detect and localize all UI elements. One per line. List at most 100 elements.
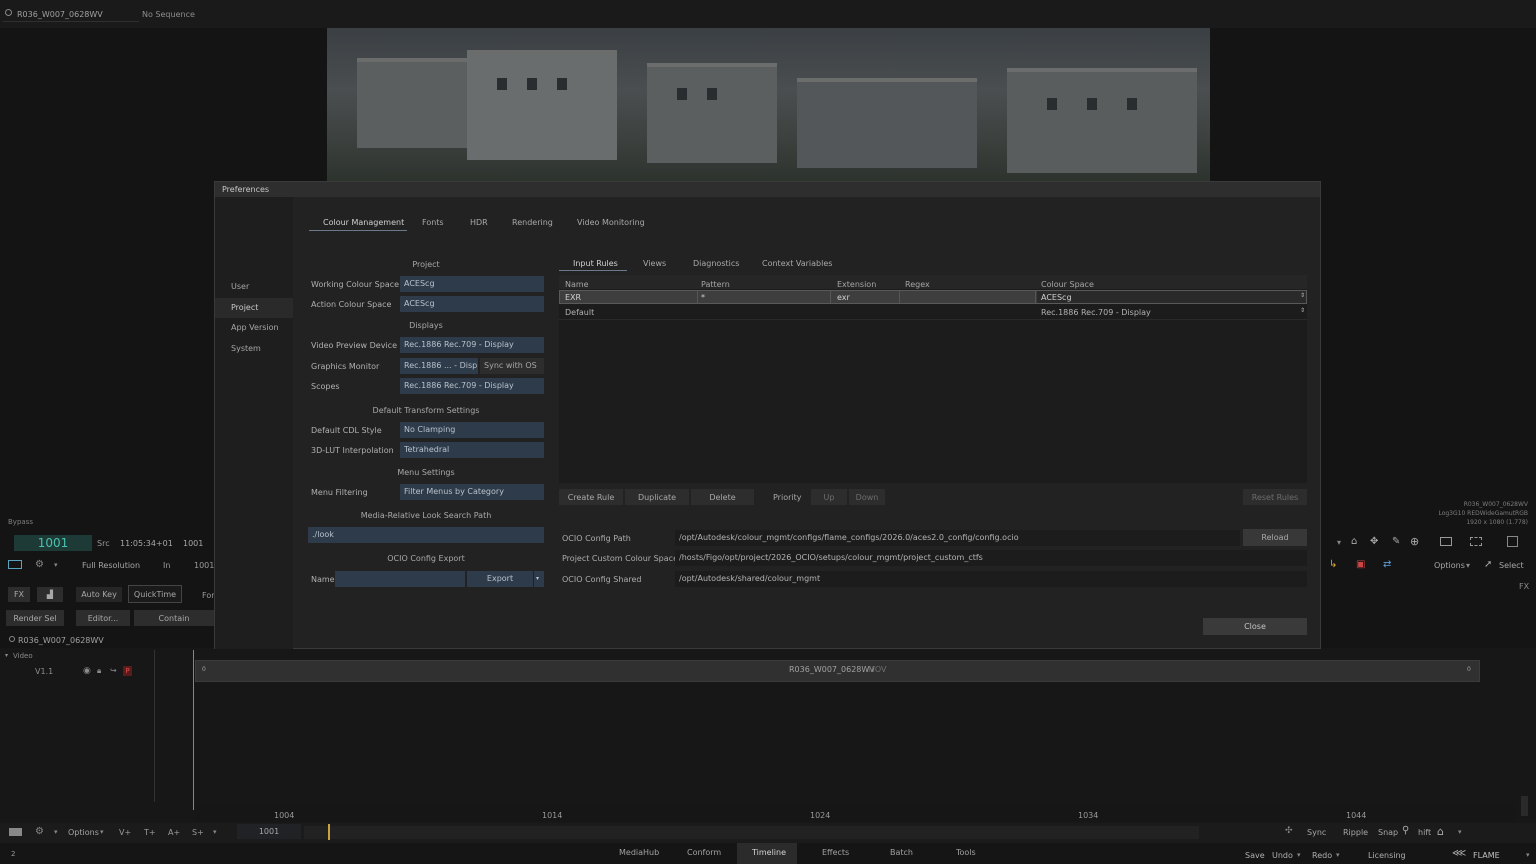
tab-batch[interactable]: Batch [890, 848, 913, 857]
row-extension[interactable]: exr [837, 293, 850, 302]
sidebar-item-app-version[interactable]: App Version [215, 318, 293, 338]
ruler[interactable] [195, 803, 1515, 821]
eye-icon[interactable]: ◉ [83, 666, 91, 676]
scopes-field[interactable]: Rec.1886 Rec.709 - Display [400, 378, 544, 394]
sync-with-os-button[interactable]: Sync with OS [480, 358, 544, 374]
move-icon[interactable]: ✥ [1370, 536, 1378, 547]
add-audio-button[interactable]: A+ [168, 828, 180, 837]
display-icon[interactable] [1440, 537, 1452, 546]
tab-colour-management[interactable]: Colour Management [323, 218, 404, 227]
row-name[interactable]: EXR [565, 293, 581, 302]
frame-display[interactable]: 1001 [14, 535, 92, 551]
row-name[interactable]: Default [565, 308, 594, 317]
shift-button[interactable]: hift [1418, 828, 1431, 837]
spinner-icon[interactable]: ⇕ [1300, 292, 1305, 299]
graphics-monitor-field[interactable]: Rec.1886 ... - Display [400, 358, 478, 374]
bypass-label[interactable]: Bypass [8, 518, 33, 526]
up-button[interactable]: Up [811, 489, 847, 505]
full-resolution-button[interactable]: Full Resolution [82, 561, 140, 570]
export-button[interactable]: Export [467, 571, 533, 587]
chevron-down-icon[interactable]: ▾ [1337, 538, 1341, 547]
create-rule-button[interactable]: Create Rule [559, 489, 623, 505]
default-cdl-style-field[interactable]: No Clamping [400, 422, 544, 438]
sync-button[interactable]: Sync [1307, 828, 1326, 837]
zoom-slider[interactable] [1521, 796, 1528, 816]
reload-button[interactable]: Reload [1243, 529, 1307, 546]
row-pattern[interactable]: * [701, 293, 705, 302]
scrub-position[interactable] [328, 824, 330, 840]
eyedropper-icon[interactable]: ✎ [1392, 536, 1400, 547]
sidebar-item-user[interactable]: User [215, 277, 293, 297]
gear-icon[interactable]: ⚙ [35, 826, 44, 837]
duplicate-button[interactable]: Duplicate [625, 489, 689, 505]
top-clip-name[interactable]: R036_W007_0628WV [17, 10, 103, 19]
redo-button[interactable]: Redo [1312, 851, 1332, 860]
subtab-diagnostics[interactable]: Diagnostics [693, 259, 739, 268]
project-custom-colour-spaces-field[interactable]: /hosts/Figo/opt/project/2026_OCIO/setups… [675, 550, 1307, 566]
ripple-button[interactable]: Ripple [1343, 828, 1368, 837]
auto-key-button[interactable]: Auto Key [76, 587, 122, 602]
chevron-down-icon[interactable]: ▾ [54, 561, 58, 569]
tab-mediahub[interactable]: MediaHub [619, 848, 659, 857]
pointer-icon[interactable]: ➚ [1484, 559, 1492, 570]
expand-icon[interactable]: ▾ [5, 652, 8, 659]
graph-icon[interactable]: ▟ [37, 587, 63, 602]
swap-icon[interactable]: ⇄ [1383, 559, 1391, 570]
chevron-down-icon[interactable]: ▾ [54, 828, 58, 836]
delete-icon[interactable]: ▣ [1356, 559, 1365, 570]
home-icon[interactable]: ⌂ [1351, 536, 1357, 547]
colour-space-dropdown[interactable] [1037, 291, 1306, 303]
col-extension[interactable]: Extension [837, 280, 876, 289]
chevron-down-icon[interactable]: ▾ [1336, 851, 1340, 859]
subtab-views[interactable]: Views [643, 259, 666, 268]
crosshair-icon[interactable]: ⊕ [1410, 535, 1419, 548]
menu-filtering-field[interactable]: Filter Menus by Category [400, 484, 544, 500]
add-video-button[interactable]: V+ [119, 828, 131, 837]
snap-button[interactable]: Snap [1378, 828, 1398, 837]
tab-effects[interactable]: Effects [822, 848, 849, 857]
fx-toggle[interactable]: FX [1519, 582, 1529, 591]
undo-button[interactable]: Undo [1272, 851, 1293, 860]
timeline-options-button[interactable]: Options [68, 828, 99, 837]
src-frame[interactable]: 1001 [183, 539, 203, 548]
row-colour-space[interactable]: Rec.1886 Rec.709 - Display [1041, 308, 1151, 317]
export-dropdown[interactable]: ▾ [534, 571, 544, 587]
video-preview-device-field[interactable]: Rec.1886 Rec.709 - Display [400, 337, 544, 353]
down-button[interactable]: Down [849, 489, 885, 505]
search-icon[interactable]: ⚲ [1402, 825, 1409, 836]
col-name[interactable]: Name [565, 280, 589, 289]
save-button[interactable]: Save [1245, 851, 1265, 860]
tab-tools[interactable]: Tools [956, 848, 976, 857]
sidebar-item-project[interactable]: Project [215, 298, 293, 318]
export-name-input[interactable] [335, 571, 465, 587]
patch-icon[interactable]: ↪ [110, 666, 117, 675]
ocio-config-path-field[interactable]: /opt/Autodesk/colour_mgmt/configs/flame_… [675, 530, 1240, 546]
chevron-down-icon[interactable]: ▾ [1466, 561, 1470, 570]
tab-video-monitoring[interactable]: Video Monitoring [577, 218, 645, 227]
quicktime-button[interactable]: QuickTime [128, 585, 182, 603]
in-value[interactable]: 1001 [194, 561, 214, 570]
tab-rendering[interactable]: Rendering [512, 218, 553, 227]
tab-fonts[interactable]: Fonts [422, 218, 444, 227]
fx-button[interactable]: FX [8, 587, 30, 602]
select-button[interactable]: Select [1499, 561, 1524, 570]
gear-icon[interactable]: ⚙ [35, 559, 44, 570]
editor-button[interactable]: Editor... [76, 610, 130, 626]
tab-hdr[interactable]: HDR [470, 218, 488, 227]
col-pattern[interactable]: Pattern [701, 280, 730, 289]
ocio-config-shared-field[interactable]: /opt/Autodesk/shared/colour_mgmt [675, 571, 1307, 587]
subtab-input-rules[interactable]: Input Rules [573, 259, 618, 268]
close-button[interactable]: Close [1203, 618, 1307, 635]
video-header[interactable]: Video [13, 652, 33, 660]
fullscreen-icon[interactable] [1507, 536, 1518, 547]
chevron-down-icon[interactable]: ▾ [1297, 851, 1301, 859]
spinner-icon[interactable]: ⇕ [1300, 307, 1305, 314]
top-sequence[interactable]: No Sequence [142, 10, 195, 19]
chevron-down-icon[interactable]: ▾ [1458, 828, 1462, 836]
subtab-context-variables[interactable]: Context Variables [762, 259, 832, 268]
playhead[interactable] [193, 650, 194, 810]
format-label[interactable]: For [202, 591, 215, 600]
tab-conform[interactable]: Conform [687, 848, 721, 857]
options-button[interactable]: Options [1434, 561, 1465, 570]
licensing-button[interactable]: Licensing [1368, 851, 1406, 860]
